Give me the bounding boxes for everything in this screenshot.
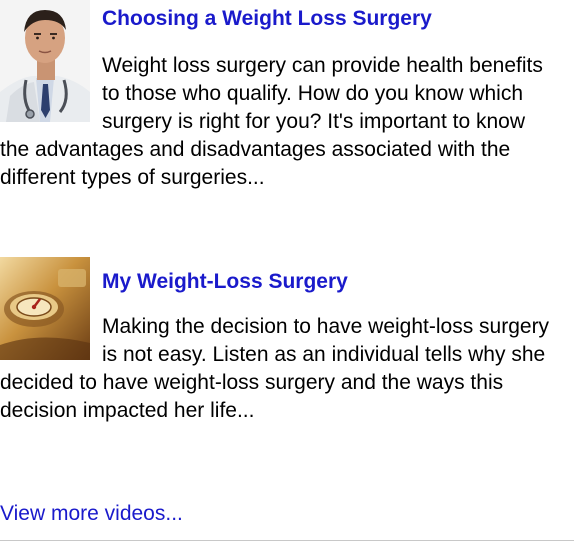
divider xyxy=(0,540,574,541)
video-item: My Weight-Loss Surgery Making the decisi… xyxy=(0,255,560,465)
video-item: Choosing a Weight Loss Surgery Weight lo… xyxy=(0,0,560,240)
view-more-videos-link[interactable]: View more videos... xyxy=(0,500,183,528)
doctor-thumbnail[interactable] xyxy=(0,0,90,122)
scale-thumbnail[interactable] xyxy=(0,257,90,360)
